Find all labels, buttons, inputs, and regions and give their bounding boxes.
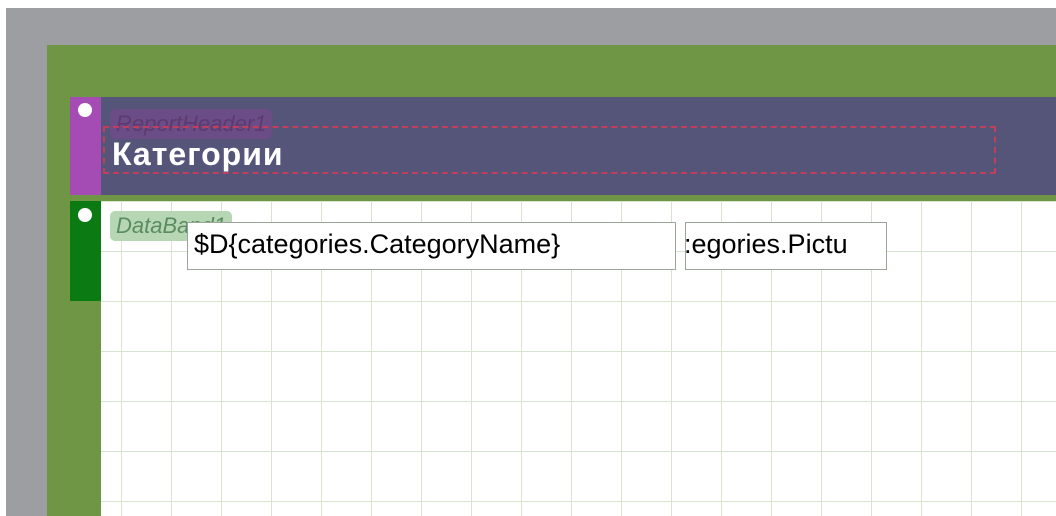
data-band-indicator[interactable]: [78, 208, 92, 222]
category-name-field[interactable]: $D{categories.CategoryName}: [187, 222, 676, 270]
category-name-field-text: $D{categories.CategoryName}: [194, 229, 561, 259]
selected-text-object-outline[interactable]: [103, 126, 996, 174]
report-header-band-indicator[interactable]: [78, 103, 92, 117]
category-picture-field-text: :egories.Pictu: [685, 229, 848, 259]
page-left-margin: [70, 301, 101, 516]
category-picture-field[interactable]: :egories.Pictu: [685, 222, 887, 270]
